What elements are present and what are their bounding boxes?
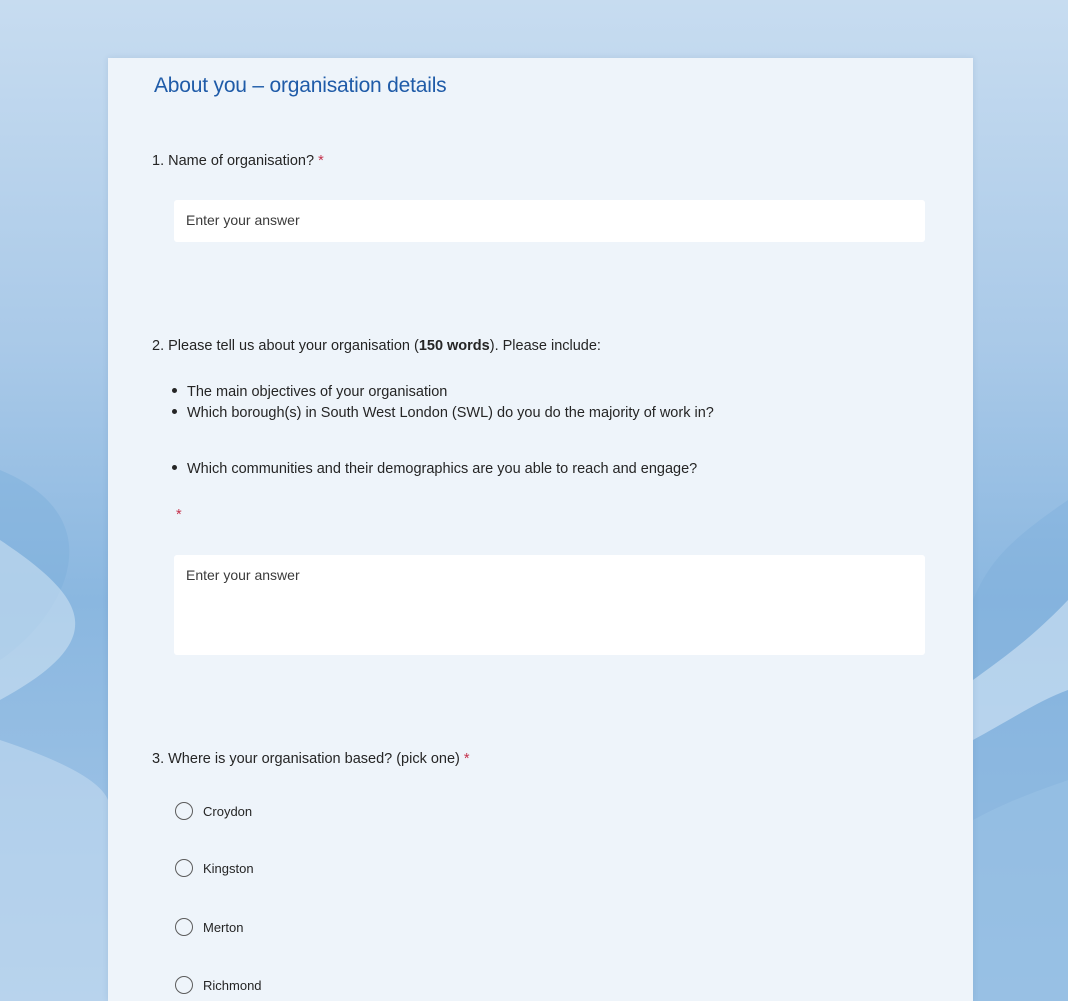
textarea-placeholder: Enter your answer xyxy=(186,567,300,583)
question-2-label: 2. Please tell us about your organisatio… xyxy=(152,338,601,354)
question-2-text-after: ). Please include: xyxy=(489,338,601,354)
organisation-name-input[interactable]: Enter your answer xyxy=(174,200,925,242)
question-3-number: 3. xyxy=(152,751,165,767)
bullet-text: Which communities and their demographics… xyxy=(187,461,698,477)
radio-button-icon[interactable] xyxy=(175,976,193,994)
option-label: Croydon xyxy=(203,803,253,819)
question-2-word-limit: 150 words xyxy=(418,338,490,354)
required-marker: * xyxy=(463,751,470,767)
bullet-icon xyxy=(172,408,177,414)
question-2-text-before: Please tell us about your organisation ( xyxy=(168,338,419,354)
option-label: Kingston xyxy=(203,860,254,876)
list-item: Which communities and their demographics… xyxy=(172,461,697,477)
radio-button-icon[interactable] xyxy=(175,802,193,820)
question-3-label: 3. Where is your organisation based? (pi… xyxy=(152,751,470,767)
radio-button-icon[interactable] xyxy=(175,859,193,877)
bullet-icon xyxy=(172,387,177,393)
bullet-text: The main objectives of your organisation xyxy=(187,384,448,400)
list-item: The main objectives of your organisation xyxy=(172,384,447,400)
question-1-label: 1. Name of organisation? * xyxy=(152,153,324,169)
question-2-number: 2. xyxy=(152,338,165,354)
list-item: Which borough(s) in South West London (S… xyxy=(172,405,714,421)
option-richmond[interactable]: Richmond xyxy=(175,974,262,996)
option-label: Richmond xyxy=(203,977,262,993)
input-placeholder: Enter your answer xyxy=(186,212,300,228)
question-1-text: Name of organisation? xyxy=(168,153,315,169)
question-3-text: Where is your organisation based? (pick … xyxy=(168,751,460,767)
required-marker: * xyxy=(318,153,324,169)
required-marker: * xyxy=(176,507,182,523)
option-merton[interactable]: Merton xyxy=(175,916,243,938)
bullet-icon xyxy=(172,464,177,470)
organisation-description-textarea[interactable]: Enter your answer xyxy=(174,555,925,655)
form-card: About you – organisation details 1. Name… xyxy=(108,58,973,1001)
option-label: Merton xyxy=(203,919,244,935)
bullet-text: Which borough(s) in South West London (S… xyxy=(187,405,714,421)
option-kingston[interactable]: Kingston xyxy=(175,857,254,879)
question-1-number: 1. xyxy=(152,153,165,169)
section-title: About you – organisation details xyxy=(154,74,447,97)
radio-button-icon[interactable] xyxy=(175,918,193,936)
option-croydon[interactable]: Croydon xyxy=(175,800,252,822)
